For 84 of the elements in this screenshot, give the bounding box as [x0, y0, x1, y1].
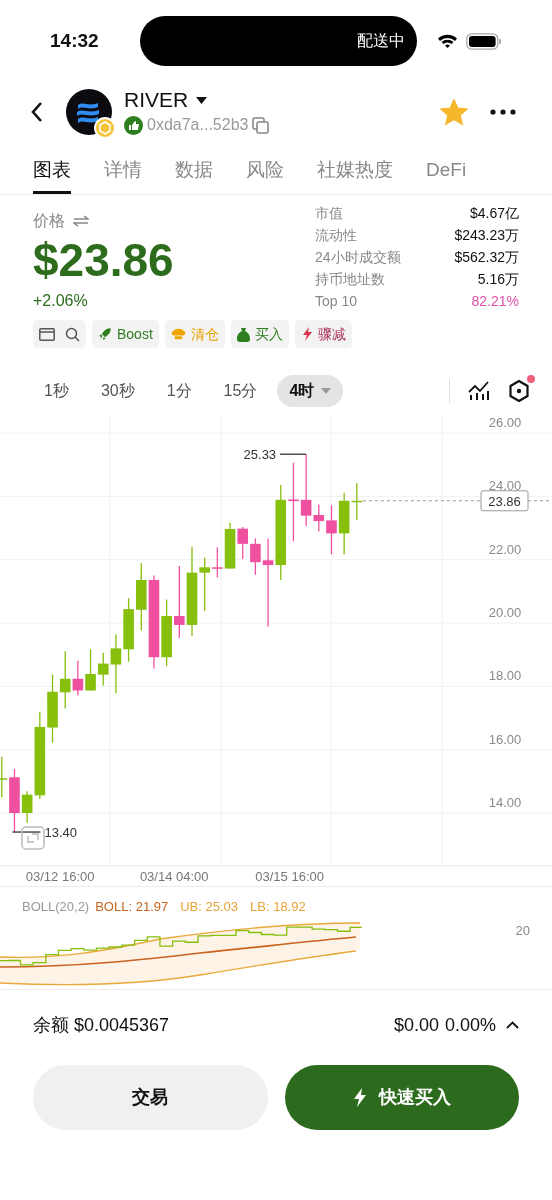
price-line	[527, 500, 552, 502]
interval-tab[interactable]: 15分	[211, 375, 270, 407]
lightning-icon	[300, 327, 313, 341]
activity-label: 配送中	[357, 31, 405, 51]
chevron-up-icon[interactable]	[506, 1021, 519, 1029]
candlestick	[237, 526, 248, 560]
chain-badge-icon	[94, 117, 116, 139]
leader-line	[11, 831, 42, 833]
stat-label: 市值	[315, 204, 343, 223]
stat-value: 5.16万	[477, 270, 519, 289]
axis-label: 26.00	[488, 416, 522, 430]
stat-value: $562.32万	[454, 248, 519, 267]
star-icon[interactable]	[440, 98, 468, 126]
pnl-percent: 0.00%	[444, 1013, 496, 1037]
lightning-icon	[352, 1088, 367, 1107]
axis-label: 03/14 04:00	[139, 869, 209, 884]
stat-label: 24小时成交额	[315, 248, 401, 267]
tab[interactable]: 数据	[175, 146, 213, 194]
low-price-label: 13.40	[44, 825, 78, 841]
stat-value: $243.23万	[454, 226, 519, 245]
indicator-value: UB: 25.03	[180, 898, 239, 916]
wifi-icon	[437, 33, 458, 49]
trade-button[interactable]: 交易	[33, 1065, 268, 1130]
settings-icon[interactable]	[508, 379, 530, 403]
tab[interactable]: 图表	[33, 146, 71, 194]
axis-label: 16.00	[488, 731, 522, 747]
caret-icon	[321, 388, 332, 394]
tag-chip[interactable]: Boost	[92, 320, 159, 348]
tab[interactable]: 风险	[246, 146, 284, 194]
more-icon[interactable]	[490, 109, 516, 115]
axis-label: 20	[515, 921, 530, 940]
interval-tab[interactable]: 4时	[277, 375, 344, 407]
interval-tab[interactable]: 30秒	[88, 375, 147, 407]
candlestick	[85, 648, 96, 692]
high-price-label: 25.33	[243, 447, 277, 463]
axis-label: 03/12 16:00	[25, 869, 95, 884]
balance-label: 余额	[33, 1013, 69, 1037]
quick-buy-button[interactable]: 快速买入	[284, 1065, 519, 1130]
price-value: $23.86	[33, 233, 175, 287]
axis-label: 14.00	[488, 795, 522, 811]
chef-hat-icon	[170, 327, 186, 341]
tab[interactable]: 详情	[104, 146, 142, 194]
price-change: +2.06%	[33, 291, 89, 311]
pnl-value: $0.00	[393, 1013, 439, 1037]
stat-label: 流动性	[315, 226, 357, 245]
axis-label: 18.00	[488, 668, 522, 684]
axis-label: 22.00	[488, 541, 522, 557]
balance-value: $0.0045367	[74, 1013, 170, 1037]
tab[interactable]: DeFi	[426, 146, 467, 194]
leader-line	[279, 453, 307, 455]
current-price-tag: 23.86	[480, 490, 529, 512]
battery-icon	[466, 32, 502, 50]
stat-value: $4.67亿	[469, 204, 519, 223]
indicator-icon[interactable]	[468, 381, 490, 401]
axis-label: 20.00	[488, 605, 522, 620]
thumbs-up-icon	[124, 115, 143, 135]
interval-tab[interactable]: 1分	[154, 375, 204, 407]
tag-chip[interactable]: 骤减	[294, 320, 352, 348]
copy-icon[interactable]	[252, 116, 270, 134]
status-time: 14:32	[50, 28, 100, 53]
browser-icon[interactable]	[39, 327, 55, 341]
interval-tab[interactable]: 1秒	[32, 375, 81, 407]
rocket-icon	[98, 327, 112, 341]
candlestick	[136, 562, 147, 632]
stat-label: Top 10	[315, 292, 358, 311]
price-label: 价格	[33, 211, 65, 231]
axis-label: 03/15 16:00	[255, 869, 324, 884]
stat-label: 持币地址数	[315, 270, 385, 289]
caret-icon	[196, 96, 208, 104]
swap-icon[interactable]	[73, 215, 89, 227]
candlestick	[123, 597, 134, 663]
search-icon[interactable]	[65, 326, 80, 342]
indicator-name: BOLL(20,2)	[22, 898, 90, 916]
indicator-value: BOLL: 21.97	[95, 898, 169, 916]
tab[interactable]: 社媒热度	[317, 146, 393, 194]
tag-chip[interactable]: 买入	[230, 320, 289, 348]
token-name: RIVER	[124, 87, 189, 113]
candlestick	[47, 674, 58, 744]
fullscreen-icon	[21, 826, 45, 850]
contract-address: 0xda7a...52b3	[147, 115, 249, 135]
money-bag-icon	[236, 326, 250, 342]
candlestick	[161, 598, 172, 667]
stat-value: 82.21%	[471, 292, 519, 311]
indicator-value: LB: 18.92	[250, 898, 306, 916]
